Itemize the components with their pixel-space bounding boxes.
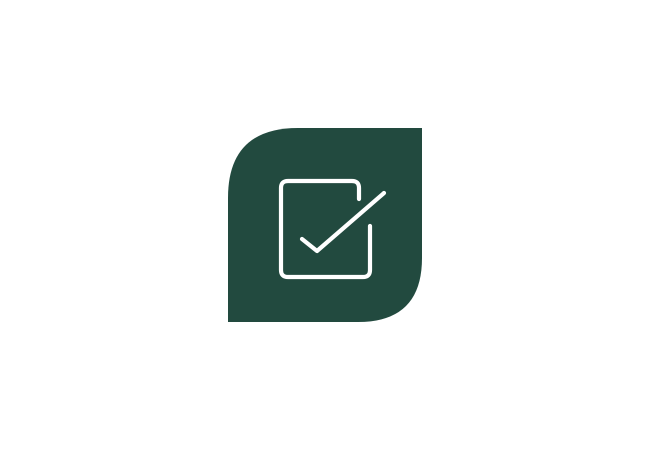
leaf-badge-icon — [228, 128, 422, 322]
leaf-background — [228, 128, 422, 322]
app-logo — [228, 128, 422, 322]
page-canvas — [0, 0, 650, 450]
